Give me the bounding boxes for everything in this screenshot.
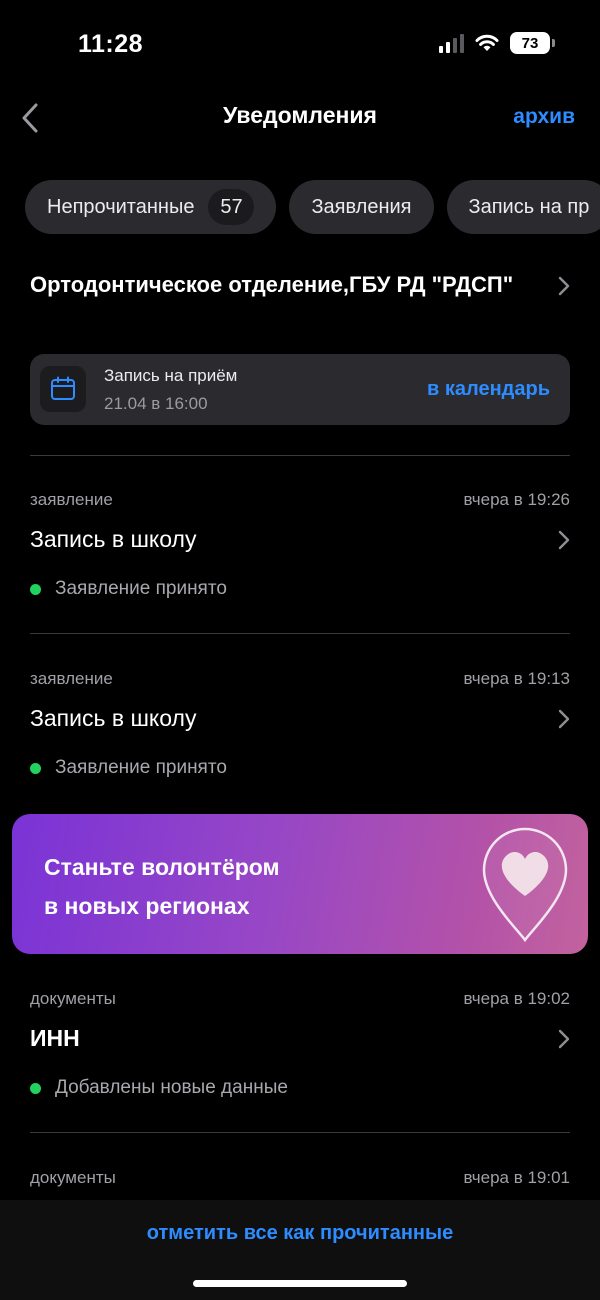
- notification-item[interactable]: заявление вчера в 19:13 Запись в школу З…: [30, 669, 570, 789]
- cellular-signal-icon: [439, 33, 464, 53]
- notification-time: вчера в 19:01: [463, 1168, 570, 1187]
- chevron-right-icon: [558, 1029, 570, 1049]
- status-time: 11:28: [78, 30, 144, 58]
- notification-title: Запись в школу: [30, 526, 197, 552]
- notification-status: Заявление принято: [30, 757, 227, 779]
- wifi-icon: [475, 34, 499, 51]
- notification-title: Запись в школу: [30, 705, 197, 731]
- chevron-right-icon: [558, 530, 570, 550]
- notification-category: заявление: [30, 669, 113, 688]
- chevron-right-icon: [558, 276, 570, 296]
- battery-icon: 73: [510, 32, 555, 54]
- notification-category: заявление: [30, 490, 113, 509]
- home-indicator[interactable]: [193, 1280, 407, 1287]
- status-icons: 73: [439, 32, 555, 54]
- org-title: Ортодонтическое отделение,ГБУ РД "РДСП": [30, 272, 514, 297]
- filter-chips: Непрочитанные 57 Заявления Запись на пр: [25, 180, 600, 234]
- notification-time: вчера в 19:26: [463, 490, 570, 509]
- filter-chip-label: Заявления: [311, 195, 412, 218]
- notification-status: Заявление принято: [30, 578, 227, 600]
- divider: [30, 455, 570, 456]
- banner-line-2: в новых регионах: [44, 893, 250, 919]
- status-bar: 11:28 73: [0, 0, 600, 90]
- archive-link[interactable]: архив: [513, 105, 575, 129]
- notification-status-text: Заявление принято: [55, 757, 227, 778]
- appointment-date: 21.04 в 16:00: [104, 394, 208, 413]
- page-title: Уведомления: [223, 102, 377, 128]
- status-dot-icon: [30, 1082, 41, 1094]
- status-dot-icon: [30, 583, 41, 595]
- status-dot-icon: [30, 762, 41, 774]
- bottom-bar: отметить все как прочитанные: [0, 1200, 600, 1300]
- filter-chip-applications[interactable]: Заявления: [289, 180, 434, 234]
- notification-category: документы: [30, 989, 116, 1008]
- chevron-right-icon: [558, 709, 570, 729]
- add-to-calendar-link[interactable]: в календарь: [427, 378, 550, 401]
- notification-title: ИНН: [30, 1025, 80, 1051]
- filter-chip-unread[interactable]: Непрочитанные 57: [25, 180, 277, 234]
- divider: [30, 633, 570, 634]
- notification-status: Добавлены новые данные: [30, 1077, 288, 1099]
- notification-item[interactable]: документы вчера в 19:01: [30, 1168, 570, 1198]
- notification-item[interactable]: документы вчера в 19:02 ИНН Добавлены но…: [30, 989, 570, 1109]
- unread-count-badge: 57: [208, 189, 255, 225]
- volunteer-banner[interactable]: Станьте волонтёром в новых регионах: [12, 814, 588, 954]
- notification-time: вчера в 19:13: [463, 669, 570, 688]
- notification-item[interactable]: заявление вчера в 19:26 Запись в школу З…: [30, 490, 570, 610]
- calendar-icon: [40, 366, 86, 412]
- banner-line-1: Станьте волонтёром: [44, 854, 280, 880]
- appointment-card: Запись на приём 21.04 в 16:00 в календар…: [30, 354, 570, 425]
- notification-status-text: Добавлены новые данные: [55, 1077, 288, 1098]
- org-header[interactable]: Ортодонтическое отделение,ГБУ РД "РДСП": [30, 270, 570, 300]
- nav-bar: Уведомления архив: [0, 90, 600, 144]
- heart-pin-icon: [482, 827, 568, 943]
- filter-chip-label: Непрочитанные: [47, 195, 195, 218]
- divider: [30, 1132, 570, 1133]
- notification-category: документы: [30, 1168, 116, 1187]
- notification-status-text: Заявление принято: [55, 578, 227, 599]
- banner-text: Станьте волонтёром в новых регионах: [44, 848, 364, 926]
- filter-chip-appointments[interactable]: Запись на пр: [446, 180, 600, 234]
- appointment-title: Запись на приём: [104, 366, 238, 385]
- notification-time: вчера в 19:02: [463, 989, 570, 1008]
- mark-all-read-button[interactable]: отметить все как прочитанные: [0, 1222, 600, 1245]
- filter-chip-label: Запись на пр: [468, 195, 590, 218]
